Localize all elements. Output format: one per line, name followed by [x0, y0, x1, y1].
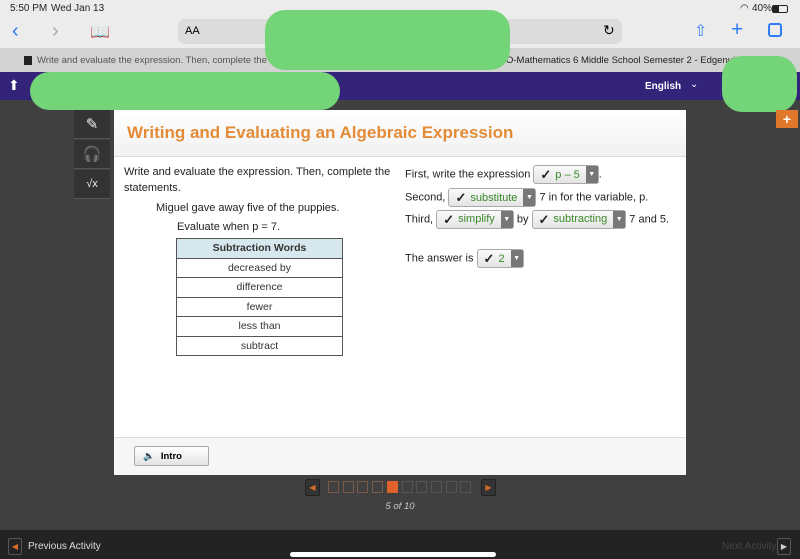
- date: Wed Jan 13: [51, 3, 105, 14]
- statement-1: First, write the expression ✓ p – 5 ▼.: [405, 165, 602, 184]
- table-row: difference: [176, 277, 343, 298]
- home-icon[interactable]: ⬆: [8, 77, 20, 94]
- operation-dropdown[interactable]: ✓ subtracting ▼: [531, 210, 627, 229]
- table-row: less than: [176, 316, 343, 337]
- next-activity-button: Next Activity: [722, 541, 777, 552]
- next-page-button[interactable]: ▶: [481, 479, 496, 496]
- table-header: Subtraction Words: [176, 238, 343, 259]
- selected-value: substitute: [470, 191, 518, 204]
- page-indicator-7[interactable]: [416, 481, 428, 493]
- chevron-down-icon[interactable]: ⌄: [690, 79, 698, 90]
- substitute-dropdown[interactable]: ✓ substitute ▼: [448, 188, 537, 207]
- home-indicator: [290, 552, 496, 557]
- headphones-icon[interactable]: 🎧: [74, 140, 110, 169]
- page-indicator-8[interactable]: [430, 481, 442, 493]
- page-indicator-3[interactable]: [357, 481, 369, 493]
- back-icon[interactable]: ‹: [12, 20, 19, 43]
- dropdown-arrow-icon: ▼: [510, 250, 523, 267]
- battery-level: 40%: [752, 3, 773, 14]
- page-indicator-9[interactable]: [445, 481, 457, 493]
- intro-button[interactable]: 🔈 Intro: [134, 446, 209, 466]
- expression-dropdown[interactable]: ✓ p – 5 ▼: [533, 165, 599, 184]
- statement-text: The answer is: [405, 252, 474, 265]
- statement-text: Third,: [405, 213, 434, 226]
- tab-active[interactable]: Write and evaluate the expression. Then,…: [37, 55, 293, 66]
- subtraction-words-table: Subtraction Words decreased by differenc…: [176, 238, 343, 356]
- statement-text: .: [598, 168, 602, 181]
- new-tab-icon[interactable]: +: [731, 18, 743, 42]
- statement-4: The answer is ✓ 2 ▼: [405, 249, 524, 268]
- activity-panel: Writing and Evaluating an Algebraic Expr…: [114, 110, 686, 475]
- reload-icon[interactable]: ↻: [603, 22, 615, 39]
- evaluate-prompt: Evaluate when p = 7.: [177, 221, 281, 233]
- table-row: subtract: [176, 335, 343, 356]
- page-title: Writing and Evaluating an Algebraic Expr…: [127, 123, 514, 142]
- intro-label: Intro: [160, 450, 182, 462]
- table-row: fewer: [176, 296, 343, 317]
- page-indicator-10[interactable]: [460, 481, 472, 493]
- page-indicator-5[interactable]: [386, 481, 398, 493]
- statement-text: 7 and 5.: [629, 213, 670, 226]
- check-icon: ✓: [540, 166, 552, 182]
- share-icon[interactable]: ⇧: [694, 21, 707, 41]
- panel-header: Writing and Evaluating an Algebraic Expr…: [114, 110, 686, 157]
- prev-page-button[interactable]: ◀: [305, 479, 320, 496]
- time: 5:50 PM: [10, 3, 48, 14]
- simplify-dropdown[interactable]: ✓ simplify ▼: [436, 210, 514, 229]
- statement-text: by: [516, 213, 529, 226]
- redaction-mark: [722, 56, 797, 112]
- previous-activity-button[interactable]: Previous Activity: [28, 541, 101, 552]
- statement-text: First, write the expression: [405, 168, 531, 181]
- calculator-icon[interactable]: √x: [74, 170, 110, 199]
- table-row: decreased by: [176, 257, 343, 278]
- speaker-icon: 🔈: [143, 450, 155, 462]
- wifi-icon: ◠: [740, 3, 749, 14]
- previous-activity-icon[interactable]: ◀: [8, 538, 22, 555]
- selected-value: simplify: [458, 213, 495, 225]
- activity-footer: ◀ Previous Activity Next Activity ▶: [0, 530, 800, 559]
- statement-2: Second, ✓ substitute ▼ 7 in for the variab…: [405, 188, 648, 207]
- selected-value: p – 5: [555, 168, 580, 181]
- dropdown-arrow-icon: ▼: [523, 189, 536, 206]
- add-icon[interactable]: +: [776, 110, 798, 128]
- check-icon: ✓: [455, 189, 467, 205]
- page-indicator-1[interactable]: [328, 481, 339, 493]
- tabs-icon[interactable]: [768, 23, 782, 37]
- page-indicator-4[interactable]: [372, 481, 384, 493]
- instructions: Write and evaluate the expression. Then,…: [124, 166, 391, 194]
- dropdown-arrow-icon: ▼: [613, 211, 626, 228]
- text-size-button[interactable]: AA: [185, 25, 200, 37]
- redaction-mark: [30, 72, 340, 110]
- dropdown-arrow-icon: ▼: [500, 211, 513, 228]
- battery-icon: [772, 5, 788, 13]
- next-activity-icon: ▶: [777, 538, 791, 555]
- answer-dropdown[interactable]: ✓ 2 ▼: [476, 249, 524, 268]
- statement-text: 7 in for the variable, p.: [539, 191, 649, 204]
- scenario: Miguel gave away five of the puppies.: [156, 202, 340, 214]
- check-icon: ✓: [538, 212, 550, 227]
- statement-3: Third, ✓ simplify ▼ by ✓ subtracting ▼ 7 and…: [405, 210, 670, 229]
- panel-footer: 🔈 Intro: [114, 437, 686, 475]
- bookmarks-icon[interactable]: 📖: [90, 22, 110, 42]
- selected-value: 2: [498, 252, 505, 265]
- statement-text: Second,: [405, 191, 446, 204]
- check-icon: ✓: [483, 250, 495, 266]
- dropdown-arrow-icon: ▼: [585, 166, 598, 183]
- forward-icon[interactable]: ›: [52, 20, 59, 43]
- language-select[interactable]: English: [645, 81, 681, 92]
- check-icon: ✓: [443, 212, 455, 227]
- selected-value: subtracting: [553, 213, 608, 225]
- edgenuity-favicon: [24, 56, 32, 65]
- redaction-mark: [265, 10, 510, 70]
- page-counter: 5 of 10: [385, 501, 415, 512]
- pencil-tool-icon[interactable]: ✎: [74, 110, 110, 139]
- page-indicator-6[interactable]: [401, 481, 413, 493]
- page-indicator-2[interactable]: [342, 481, 354, 493]
